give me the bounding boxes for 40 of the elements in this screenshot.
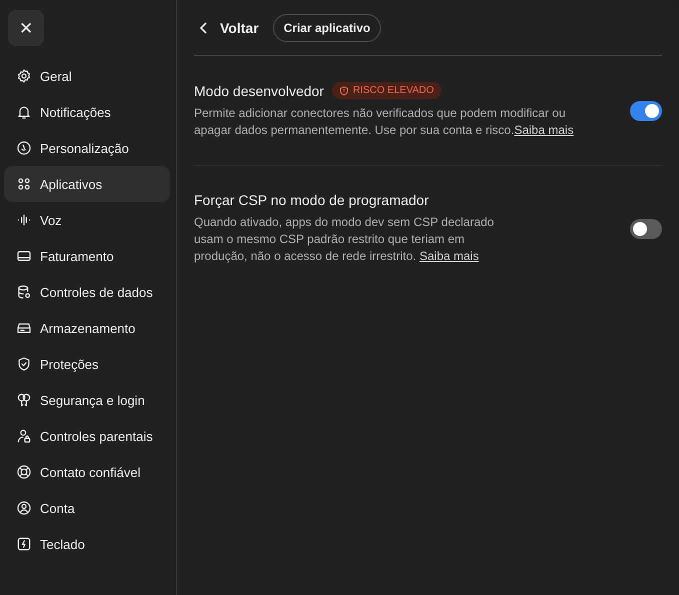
palette-icon (16, 140, 32, 156)
setting-title: Modo desenvolvedor (194, 82, 324, 98)
sidebar-item[interactable]: Aplicativos (4, 166, 170, 202)
card-icon (16, 248, 32, 264)
bell-icon (16, 104, 32, 120)
gear-icon (16, 68, 32, 84)
person-lock-icon (16, 428, 32, 444)
sidebar-item[interactable]: Controles parentais (4, 418, 170, 454)
waveform-icon (16, 212, 32, 228)
database-icon (16, 284, 32, 300)
sidebar-item[interactable]: Personalização (4, 130, 170, 166)
shield-icon (16, 356, 32, 372)
lifebuoy-icon (16, 464, 32, 480)
sidebar-item[interactable]: Proteções (4, 346, 170, 382)
learn-more-link[interactable]: Saiba mais (514, 123, 574, 137)
sidebar-item[interactable]: Conta (4, 490, 170, 526)
back-button[interactable]: Voltar (194, 20, 259, 36)
sidebar-item[interactable]: Armazenamento (4, 310, 170, 346)
warning-icon (338, 86, 349, 96)
toggle-switch[interactable] (630, 100, 662, 120)
learn-more-link[interactable]: Saiba mais (419, 249, 479, 263)
grid-icon (16, 176, 32, 192)
sidebar-item[interactable]: Teclado (4, 526, 170, 562)
bolt-square-icon (16, 536, 32, 552)
sidebar-item[interactable]: Notificações (4, 94, 170, 130)
sidebar-item[interactable]: Faturamento (4, 238, 170, 274)
sidebar-item[interactable]: Geral (4, 58, 170, 94)
setting-description: Permite adicionar conectores não verificados que podem modificar ou apagar dados permanentemente. Use por sua conta e risco.Saiba mais (194, 105, 575, 139)
setting-description: Quando ativado, apps do modo dev sem CSP declarado usam o mesmo CSP padrão restrito que teriam em produção, não o acesso de rede irrestrito. Saiba mais (194, 214, 495, 265)
sidebar-item[interactable]: Controles de dados (4, 274, 170, 310)
user-circle-icon (16, 500, 32, 516)
toggle-switch[interactable] (630, 218, 662, 238)
sidebar-item[interactable]: Voz (4, 202, 170, 238)
setting-title: Forçar CSP no modo de programador (194, 192, 429, 208)
create-app-button[interactable]: Criar aplicativo (272, 14, 382, 42)
sidebar-item[interactable]: Contato confiável (4, 454, 170, 490)
keys-icon (16, 392, 32, 408)
risk-badge: RISCO ELEVADO (332, 82, 441, 99)
close-button[interactable]: ✕ (8, 10, 44, 46)
sidebar-item[interactable]: Segurança e login (4, 382, 170, 418)
